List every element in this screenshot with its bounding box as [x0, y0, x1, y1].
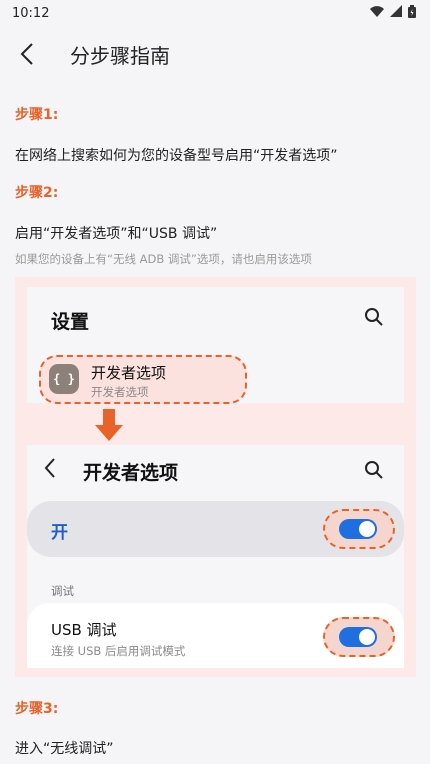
- usb-debugging-row: USB 调试 连接 USB 后启用调试模式: [27, 603, 404, 668]
- status-icons: [370, 4, 416, 22]
- on-label: 开: [51, 523, 68, 543]
- battery-icon: [408, 4, 416, 22]
- developer-options-subtitle: 开发者选项: [91, 385, 149, 399]
- status-time: 10:12: [12, 5, 50, 21]
- arrow-down-icon: [93, 409, 125, 443]
- settings-title: 设置: [51, 311, 90, 333]
- back-button[interactable]: [2, 30, 52, 78]
- developer-options-title: 开发者选项: [83, 462, 179, 484]
- usb-debugging-name: USB 调试: [51, 621, 117, 639]
- developer-options-master-row: 开: [27, 501, 404, 557]
- search-icon: [364, 460, 384, 484]
- developer-options-screen-mock: 开发者选项 开 调试 USB 调试 连接 USB 后启用调试模式: [27, 445, 404, 668]
- page-title: 分步骤指南: [70, 43, 170, 68]
- highlight-dashed-box: [323, 617, 395, 657]
- step-2-label: 步骤2:: [15, 185, 59, 201]
- step-2-illustration: 设置 { } 开发者选项 开发者选项 开发者选项 开 调试 USB 调试 连接 …: [15, 277, 416, 677]
- step-2-text: 启用“开发者选项”和“USB 调试”: [15, 226, 218, 242]
- toggle-knob: [359, 629, 375, 645]
- step-3-text: 进入“无线调试”: [15, 741, 114, 757]
- step-1-label: 步骤1:: [15, 107, 59, 123]
- status-bar: 10:12: [0, 0, 430, 26]
- step-3-label: 步骤3:: [15, 701, 59, 717]
- usb-debugging-toggle[interactable]: [339, 627, 377, 647]
- cellular-icon: [390, 5, 402, 21]
- developer-options-name: 开发者选项: [91, 364, 167, 382]
- debug-section-label: 调试: [51, 584, 74, 598]
- step-1-text: 在网络上搜索如何为您的设备型号启用“开发者选项”: [15, 148, 338, 164]
- signal-icon: [370, 5, 384, 21]
- usb-debugging-subtitle: 连接 USB 后启用调试模式: [51, 644, 186, 658]
- step-2-hint: 如果您的设备上有“无线 ADB 调试”选项，请也启用该选项: [15, 252, 312, 266]
- developer-options-item: { } 开发者选项 开发者选项: [39, 347, 391, 404]
- back-arrow-icon: [43, 457, 67, 481]
- back-arrow-icon: [20, 43, 33, 65]
- search-icon: [364, 307, 384, 331]
- developer-options-toggle[interactable]: [339, 519, 377, 539]
- code-braces-icon: { }: [49, 364, 79, 394]
- settings-screen-mock: 设置 { } 开发者选项 开发者选项: [27, 287, 404, 404]
- app-bar: 分步骤指南: [0, 30, 430, 78]
- highlight-dashed-box: [323, 509, 395, 549]
- toggle-knob: [359, 521, 375, 537]
